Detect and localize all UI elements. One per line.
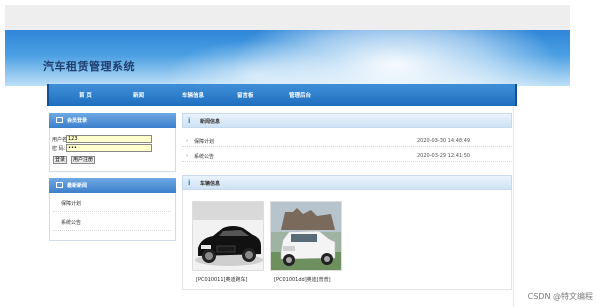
latest-news-title: 最新新闻 bbox=[67, 183, 88, 189]
vehicle-photo[interactable] bbox=[270, 201, 342, 271]
watermark: CSDN @特文编程 bbox=[527, 292, 593, 301]
nav-item-home[interactable]: 首 页 bbox=[79, 91, 92, 99]
vehicle-photo[interactable] bbox=[192, 201, 264, 271]
news-info-header: i 新闻信息 bbox=[182, 113, 512, 128]
news-date: 2020-03-30 14:48:49 bbox=[417, 138, 471, 144]
vehicle-card[interactable]: [PC01001dd]奥迪[普普] bbox=[270, 201, 344, 283]
black-convertible-image bbox=[193, 202, 263, 270]
divider bbox=[53, 211, 171, 212]
news-title[interactable]: 系统公告 bbox=[194, 153, 214, 160]
password-input[interactable]: ••• bbox=[66, 144, 152, 152]
nav-item-guestbook[interactable]: 留言板 bbox=[237, 91, 254, 99]
password-label: 密 码： bbox=[52, 146, 69, 152]
news-info-title: 新闻信息 bbox=[200, 119, 221, 125]
latest-news-item[interactable]: 保障计划 bbox=[61, 200, 81, 207]
username-row: 用户名： bbox=[52, 136, 73, 144]
vehicle-caption[interactable]: [PC010011]奥迪跑车] bbox=[196, 276, 247, 283]
news-row[interactable]: › 系统公告 2020-03-29 12:41:50 bbox=[182, 151, 512, 162]
news-title[interactable]: 保障计划 bbox=[194, 138, 214, 145]
nav-item-news[interactable]: 新闻 bbox=[133, 91, 144, 99]
login-panel-title: 会员登录 bbox=[67, 118, 88, 124]
white-suv-image bbox=[271, 202, 341, 270]
nav-item-vehicles[interactable]: 车辆信息 bbox=[182, 91, 204, 99]
username-label: 用户名： bbox=[52, 137, 73, 143]
right-edge bbox=[513, 86, 517, 307]
divider bbox=[53, 230, 171, 231]
site-title: 汽车租赁管理系统 bbox=[43, 60, 135, 73]
news-row[interactable]: › 保障计划 2020-03-30 14:48:49 bbox=[182, 136, 512, 147]
vehicle-card[interactable]: [PC010011]奥迪跑车] bbox=[192, 201, 266, 283]
info-icon: i bbox=[188, 179, 191, 187]
latest-news-header: 最新新闻 bbox=[49, 178, 176, 193]
vehicles-header: i 车辆信息 bbox=[182, 175, 512, 190]
window-icon bbox=[56, 182, 63, 188]
site-banner: 汽车租赁管理系统 bbox=[5, 30, 570, 86]
password-row: 密 码： bbox=[52, 145, 69, 153]
latest-news-item[interactable]: 系统公告 bbox=[61, 219, 81, 226]
news-date: 2020-03-29 12:41:50 bbox=[417, 153, 471, 159]
window-icon bbox=[56, 117, 63, 123]
banner-glow-secondary bbox=[165, 40, 345, 86]
main-nav: 首 页 新闻 车辆信息 留言板 管理后台 bbox=[47, 84, 517, 106]
login-button[interactable]: 登录 bbox=[53, 156, 68, 164]
nav-item-admin[interactable]: 管理后台 bbox=[289, 91, 311, 99]
bullet-icon: › bbox=[186, 153, 188, 159]
vehicle-caption[interactable]: [PC01001dd]奥迪[普普] bbox=[274, 276, 331, 283]
info-icon: i bbox=[188, 117, 191, 125]
register-button[interactable]: 用户注册 bbox=[71, 156, 96, 164]
vehicles-title: 车辆信息 bbox=[200, 181, 221, 187]
username-input[interactable]: 123 bbox=[66, 135, 152, 143]
login-panel-header: 会员登录 bbox=[49, 113, 176, 128]
top-grey-bar bbox=[5, 5, 570, 30]
bullet-icon: › bbox=[186, 138, 188, 144]
